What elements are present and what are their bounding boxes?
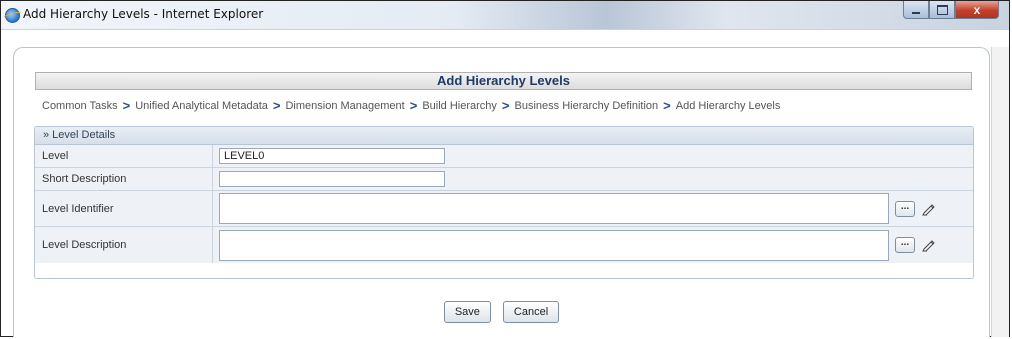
minimize-button[interactable]	[903, 1, 929, 19]
breadcrumb-build-hierarchy[interactable]: Build Hierarchy	[422, 100, 497, 112]
title-bar: Add Hierarchy Levels - Internet Explorer…	[1, 1, 1009, 30]
ie-icon	[5, 8, 20, 23]
level-identifier-browse-button[interactable]: ...	[895, 200, 915, 217]
breadcrumb-separator: >	[409, 98, 418, 113]
breadcrumb: Common Tasks > Unified Analytical Metada…	[42, 98, 780, 113]
level-description-textarea[interactable]	[219, 229, 889, 261]
close-icon: x	[973, 2, 981, 17]
breadcrumb-separator: >	[501, 98, 510, 113]
level-identifier-label: Level Identifier	[35, 191, 213, 226]
breadcrumb-common-tasks[interactable]: Common Tasks	[42, 100, 118, 112]
breadcrumb-dimension-management[interactable]: Dimension Management	[285, 100, 404, 112]
maximize-button[interactable]	[929, 1, 955, 19]
window-controls: x	[903, 1, 999, 21]
section-title[interactable]: » Level Details	[35, 127, 973, 145]
content-panel: Add Hierarchy Levels Common Tasks > Unif…	[13, 47, 990, 337]
breadcrumb-separator: >	[663, 98, 671, 113]
minimize-icon	[912, 11, 920, 14]
level-input[interactable]	[219, 148, 445, 164]
save-button[interactable]: Save	[443, 301, 491, 323]
short-description-row: Short Description	[35, 168, 973, 191]
vertical-scrollbar[interactable]	[991, 47, 1009, 337]
maximize-icon	[936, 4, 948, 15]
level-row: Level	[35, 145, 973, 168]
window-title: Add Hierarchy Levels - Internet Explorer	[23, 7, 264, 21]
cancel-button[interactable]: Cancel	[502, 301, 560, 323]
breadcrumb-separator: >	[122, 98, 131, 113]
level-identifier-row: Level Identifier ...	[35, 191, 973, 227]
level-description-label: Level Description	[35, 227, 213, 263]
edit-pencil-icon[interactable]	[919, 201, 939, 217]
short-description-label: Short Description	[35, 168, 213, 190]
edit-pencil-icon[interactable]	[919, 237, 939, 253]
level-identifier-textarea[interactable]	[219, 193, 889, 224]
breadcrumb-unified-analytical-metadata[interactable]: Unified Analytical Metadata	[135, 100, 268, 112]
short-description-input[interactable]	[219, 171, 445, 187]
level-details-section: » Level Details Level Short Description …	[34, 126, 974, 279]
page-title: Add Hierarchy Levels	[35, 72, 972, 90]
breadcrumb-business-hierarchy-definition[interactable]: Business Hierarchy Definition	[515, 100, 659, 112]
close-button[interactable]: x	[955, 1, 999, 19]
action-buttons: Save Cancel	[14, 301, 989, 323]
browser-window: Add Hierarchy Levels - Internet Explorer…	[0, 0, 1010, 337]
level-description-row: Level Description ...	[35, 227, 973, 263]
level-description-browse-button[interactable]: ...	[895, 237, 915, 253]
breadcrumb-separator: >	[272, 98, 281, 113]
level-label: Level	[35, 145, 213, 167]
breadcrumb-add-hierarchy-levels: Add Hierarchy Levels	[675, 99, 781, 112]
